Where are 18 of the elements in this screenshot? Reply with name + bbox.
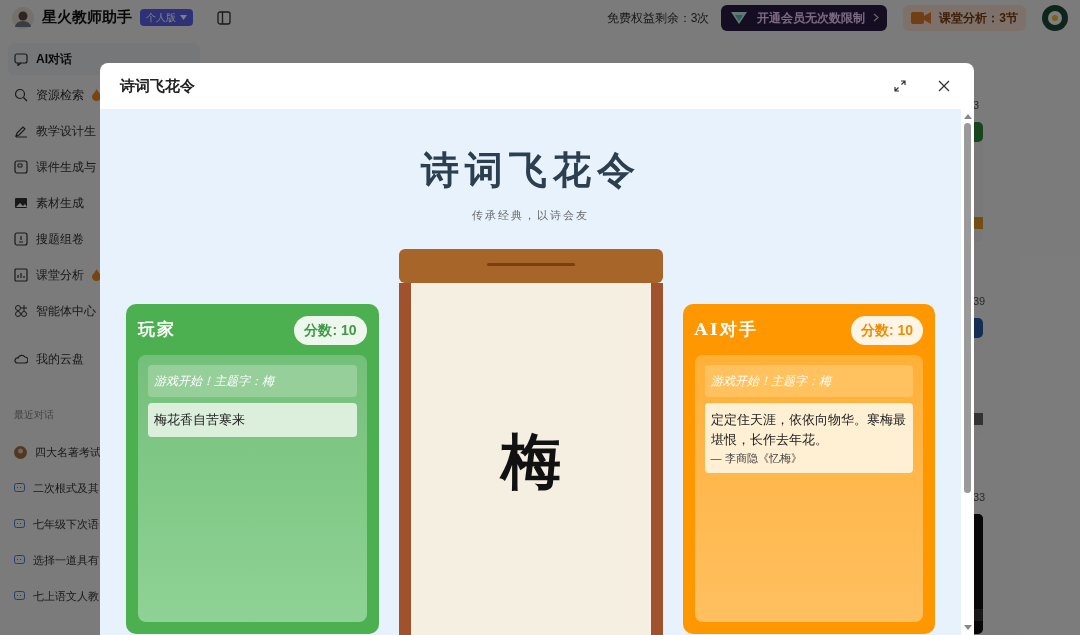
quota-text: 免费权益剩余：3次 bbox=[606, 9, 710, 27]
game-subtitle: 传承经典，以诗会友 bbox=[472, 208, 589, 224]
player-name: 玩家 bbox=[138, 318, 176, 342]
poem-source: — 李商隐《忆梅》 bbox=[710, 450, 803, 466]
player-name: AI对手 bbox=[694, 318, 758, 342]
dialog-title: 诗词飞花令 bbox=[120, 75, 195, 96]
count-label: 39 bbox=[973, 294, 986, 309]
theme-character: 梅 bbox=[500, 424, 561, 498]
app-name: 星火教师助手 bbox=[42, 7, 132, 28]
game-title: 诗词飞花令 bbox=[420, 146, 641, 194]
system-message: 游戏开始！主题字：梅 bbox=[704, 364, 913, 397]
count-label: 3 bbox=[973, 98, 980, 113]
count-label: 33 bbox=[973, 490, 986, 505]
system-message: 游戏开始！主题字：梅 bbox=[148, 364, 357, 397]
score-badge: 分数: 10 bbox=[294, 315, 367, 345]
poem-text: 梅花香自苦寒来 bbox=[154, 410, 246, 429]
score-badge: 分数: 10 bbox=[850, 315, 923, 345]
poem-text: 定定住天涯，依依向物华。寒梅最堪恨，长作去年花。 bbox=[710, 410, 907, 449]
